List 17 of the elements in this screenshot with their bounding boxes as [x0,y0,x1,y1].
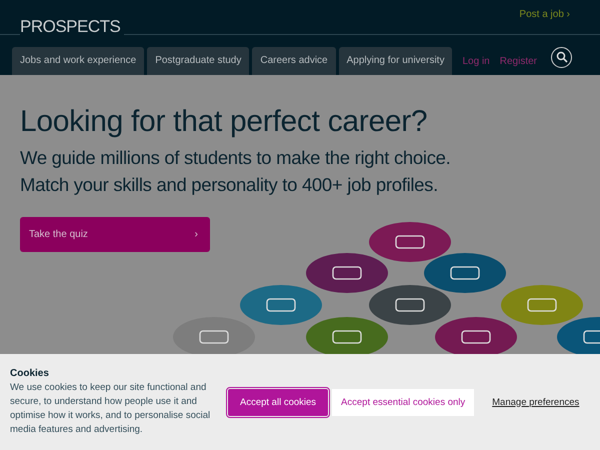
hero-subtitle: Match your skills and personality to 400+ job profiles. [20,174,439,196]
nav-tab[interactable]: Postgraduate study [147,47,250,75]
quiz-button[interactable]: Take the quiz › [20,217,210,252]
post-job-link[interactable]: Post a job › [519,9,570,20]
cookies-title: Cookies [10,368,50,378]
accept-all-button[interactable]: Accept all cookies [228,388,328,416]
hero-subtitle: We guide millions of students to make the right choice. [20,147,452,169]
manage-preferences-link[interactable]: Manage preferences [492,396,580,408]
nav-tab[interactable]: Jobs and work experience [12,47,144,75]
accept-essential-button[interactable]: Accept essential cookies only [332,388,474,416]
nav-tab[interactable]: Applying for university [338,47,452,75]
logo[interactable]: PROSPECTS [20,17,124,37]
nav-tab[interactable]: Careers advice [252,47,336,75]
search-button[interactable] [551,46,572,68]
hero-title: Looking for that perfect career? [20,105,428,139]
search-icon [556,51,568,63]
cookies-text: We use cookies to keep our site functional and secure, to understand how people use it and optimise how it works, and to personalise social media features and advertising. [10,380,212,436]
